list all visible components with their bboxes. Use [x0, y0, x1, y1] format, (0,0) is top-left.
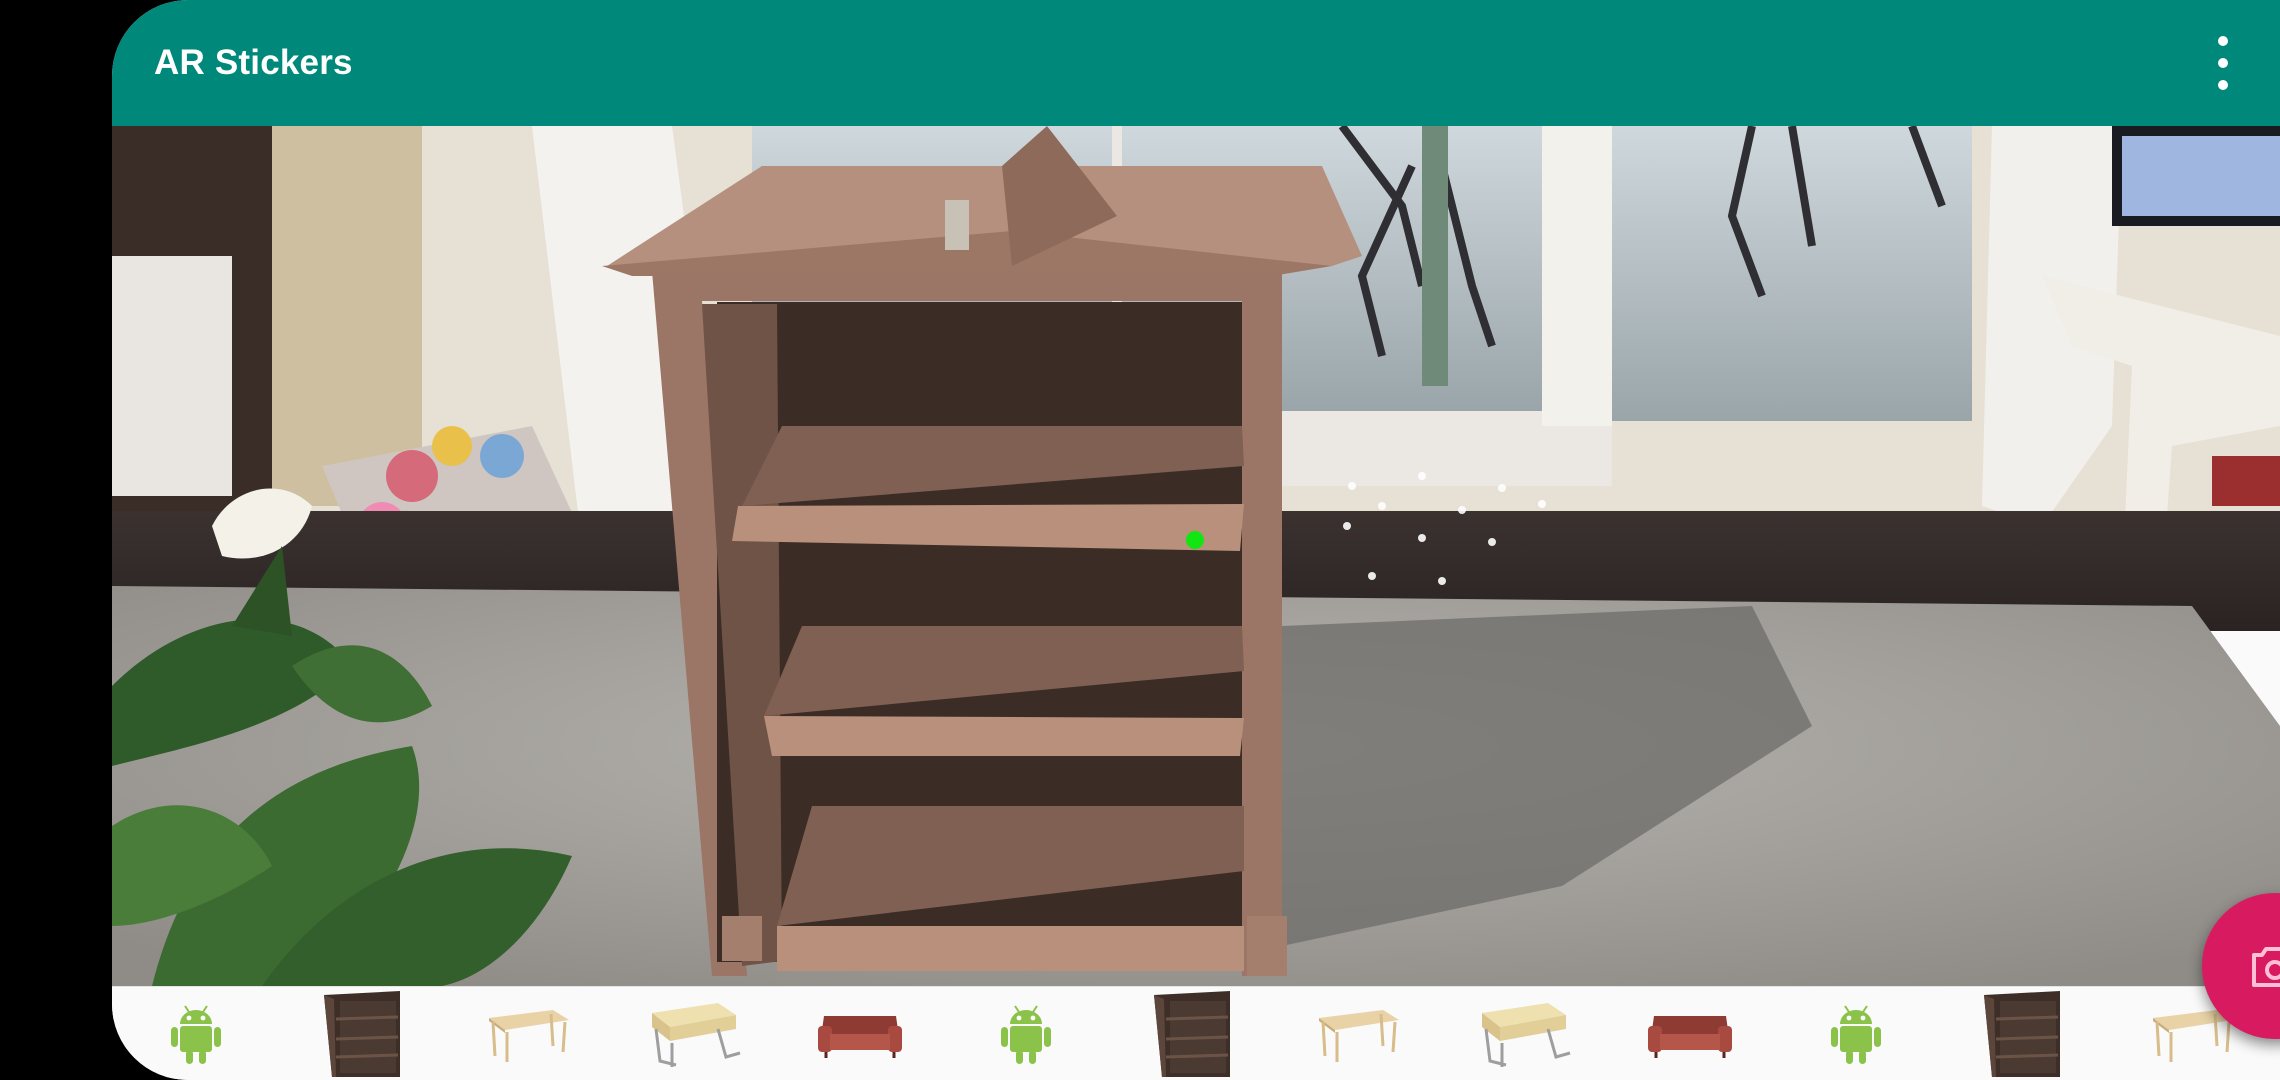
tracking-marker	[1186, 531, 1204, 549]
camera-icon	[2252, 947, 2280, 987]
table-icon	[1319, 1010, 1399, 1062]
sofa-icon	[1648, 1016, 1732, 1058]
model-thumb-desk[interactable]	[1474, 987, 1574, 1080]
door-mullion	[1542, 126, 1612, 426]
bookshelf-icon	[1154, 991, 1230, 1077]
ar-bookshelf-model[interactable]	[602, 126, 1362, 976]
app-bar: AR Stickers	[112, 0, 2280, 126]
model-tray[interactable]	[112, 986, 2280, 1080]
bookshelf-icon	[324, 991, 400, 1077]
more-vert-icon[interactable]	[2206, 36, 2240, 90]
tv-screen	[2122, 136, 2280, 216]
model-thumb-android[interactable]	[146, 987, 246, 1080]
glass-pane-right	[1612, 126, 1972, 421]
model-thumb-bookshelf[interactable]	[1142, 987, 1242, 1080]
patio-post	[1422, 126, 1448, 386]
android-icon	[1831, 1005, 1881, 1064]
app-title: AR Stickers	[154, 43, 353, 82]
model-thumb-table[interactable]	[1308, 987, 1408, 1080]
model-thumb-bookshelf[interactable]	[312, 987, 412, 1080]
model-thumb-sofa[interactable]	[1640, 987, 1740, 1080]
model-thumb-android[interactable]	[976, 987, 1076, 1080]
bookshelf-icon	[1984, 991, 2060, 1077]
device-screen: AR Stickers	[112, 0, 2280, 1080]
desk-icon	[1482, 1003, 1571, 1067]
model-thumb-bookshelf[interactable]	[1972, 987, 2072, 1080]
ar-camera-view[interactable]	[112, 126, 2280, 986]
table-icon	[489, 1010, 569, 1062]
wall-edge	[272, 126, 422, 506]
model-thumb-table[interactable]	[478, 987, 578, 1080]
desk-icon	[652, 1003, 741, 1067]
sofa-icon	[818, 1016, 902, 1058]
cardboard-box	[112, 256, 232, 496]
model-thumb-android[interactable]	[1806, 987, 1906, 1080]
red-bag	[2212, 456, 2280, 506]
android-icon	[1001, 1005, 1051, 1064]
model-thumb-sofa[interactable]	[810, 987, 910, 1080]
android-icon	[171, 1005, 221, 1064]
model-thumb-desk[interactable]	[644, 987, 744, 1080]
